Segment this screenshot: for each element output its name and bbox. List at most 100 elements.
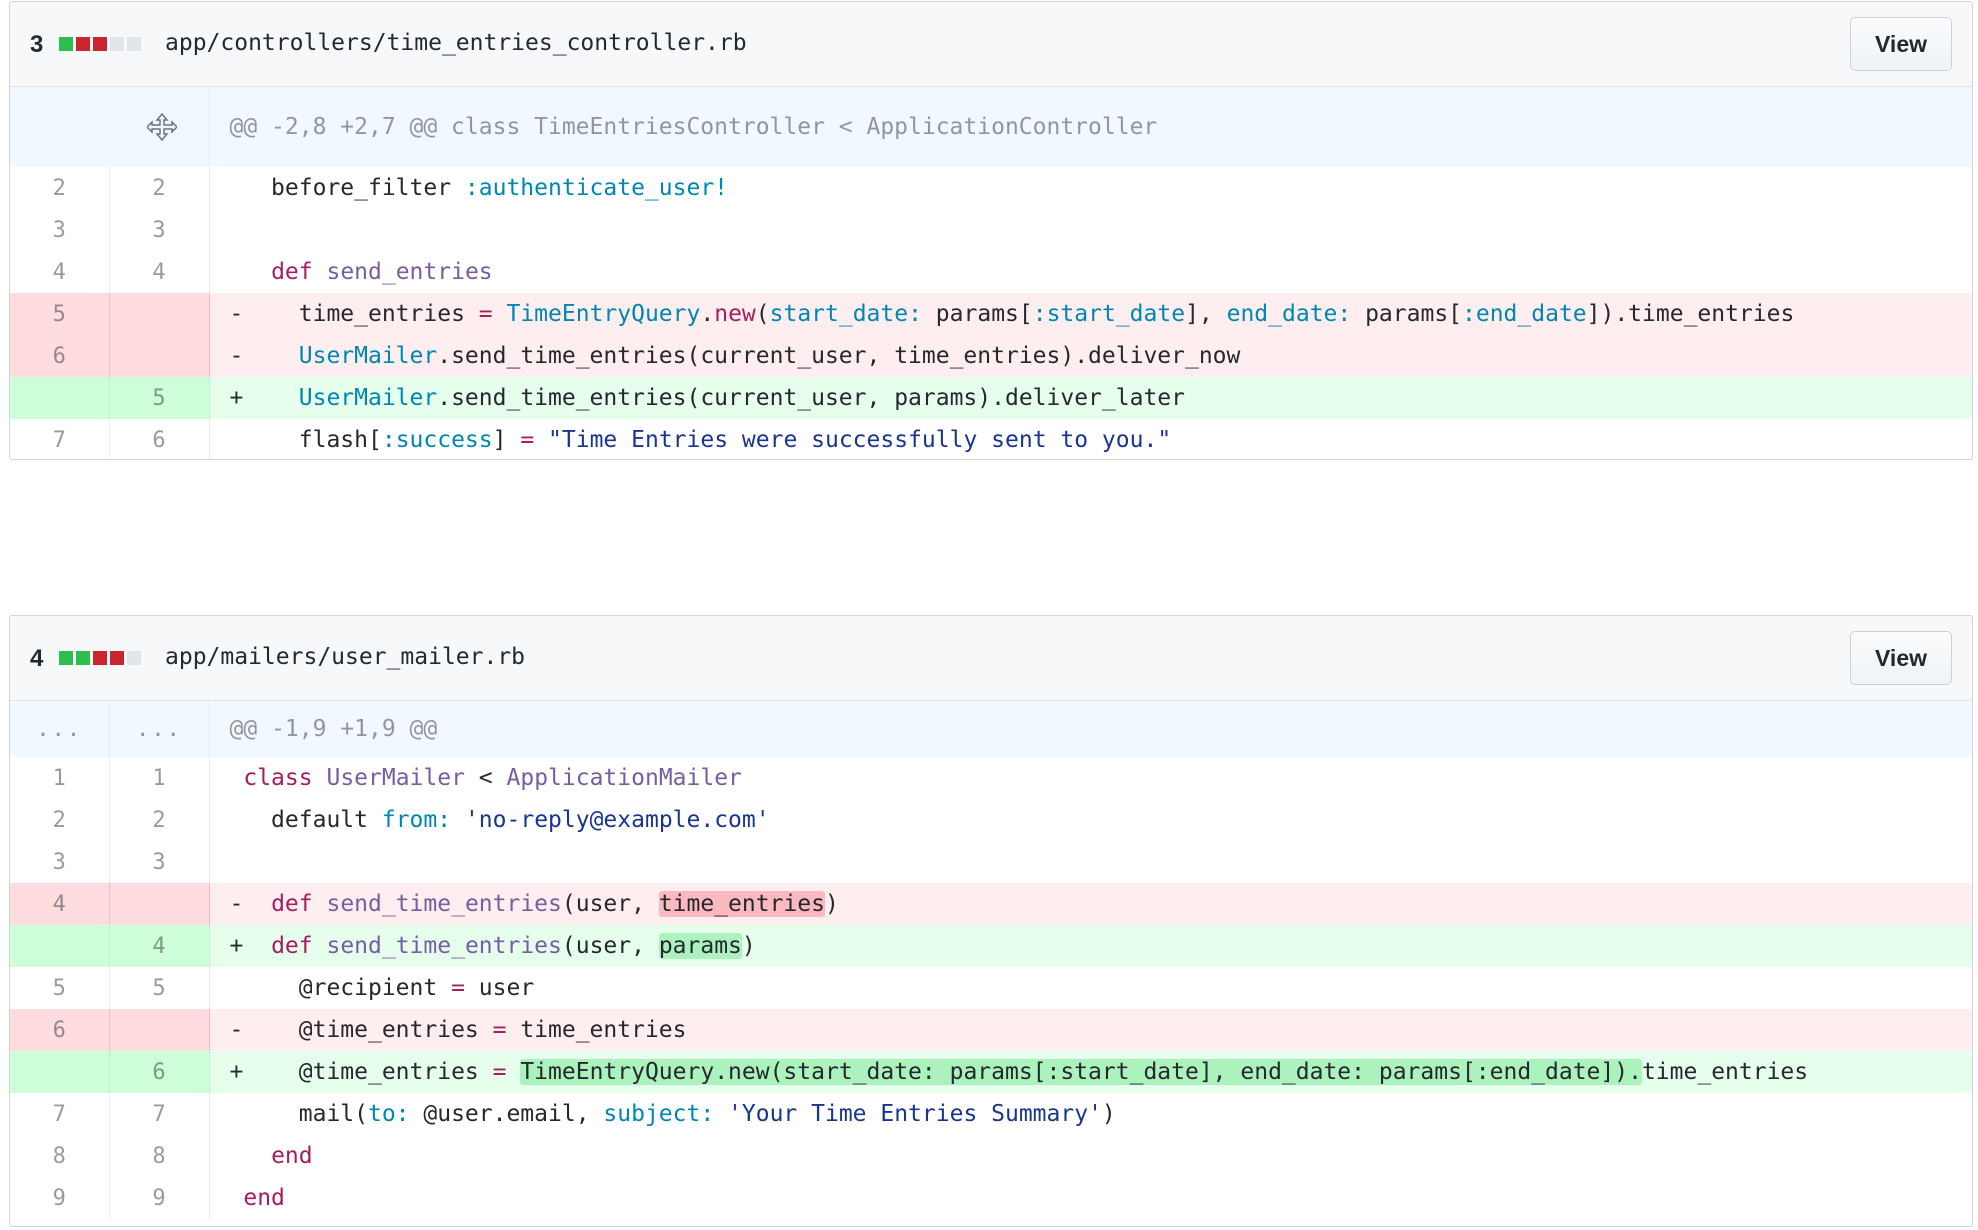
new-line-number[interactable]: 2 [109,167,209,209]
new-line-number[interactable]: 7 [109,1093,209,1135]
new-line-number[interactable]: 6 [109,1051,209,1093]
diff-line-deletion: 6 - @time_entries = time_entries [10,1009,1972,1051]
old-line-number[interactable] [10,1051,109,1093]
view-file-button[interactable]: View [1850,631,1952,685]
diffstat-block [93,37,107,51]
diff-table: ... ... @@ -1,9 +1,9 @@ 11 class UserMai… [10,701,1972,1219]
diff-marker [230,849,244,875]
diff-marker: + [230,385,244,411]
diff-file: 4 app/mailers/user_mailer.rb View ... ..… [9,615,1973,1227]
new-line-number[interactable]: 1 [109,757,209,799]
diff-line-context: 55 @recipient = user [10,967,1972,1009]
file-path[interactable]: app/controllers/time_entries_controller.… [165,30,747,56]
diff-line-context: 77 mail(to: @user.email, subject: 'Your … [10,1093,1972,1135]
old-line-number[interactable]: 9 [10,1177,109,1219]
old-line-number[interactable]: 1 [10,757,109,799]
diff-line-context: 44 def send_entries [10,251,1972,293]
diffstat-bar [59,37,144,51]
diffstat-bar [59,651,144,665]
diff-line-context: 88 end [10,1135,1972,1177]
file-path[interactable]: app/mailers/user_mailer.rb [165,644,525,670]
hunk-expand-right[interactable]: ... [109,701,209,757]
hunk-expand-left[interactable]: ... [10,701,109,757]
diff-line-context: 22 before_filter :authenticate_user! [10,167,1972,209]
old-line-number[interactable]: 6 [10,335,109,377]
code-line: - time_entries = TimeEntryQuery.new(star… [209,293,1972,335]
diffstat-count: 3 [30,31,43,59]
code-line: + @time_entries = TimeEntryQuery.new(sta… [209,1051,1972,1093]
old-line-number[interactable] [10,925,109,967]
diffstat-block [59,37,73,51]
new-line-number[interactable]: 3 [109,209,209,251]
old-line-number[interactable]: 3 [10,209,109,251]
old-line-number[interactable]: 6 [10,1009,109,1051]
new-line-number[interactable] [109,1009,209,1051]
diff-marker: + [230,933,244,959]
diff-line-addition: 5+ UserMailer.send_time_entries(current_… [10,377,1972,419]
code-line: end [209,1177,1972,1219]
new-line-number[interactable]: 4 [109,251,209,293]
new-line-number[interactable]: 6 [109,419,209,460]
old-line-number[interactable]: 4 [10,251,109,293]
code-line [209,209,1972,251]
file-header: 3 app/controllers/time_entries_controlle… [10,2,1972,87]
diffstat-block [59,651,73,665]
code-line: - UserMailer.send_time_entries(current_u… [209,335,1972,377]
new-line-number[interactable]: 8 [109,1135,209,1177]
view-file-button[interactable]: View [1850,17,1952,71]
new-line-number[interactable]: 5 [109,967,209,1009]
diff-marker [230,1101,244,1127]
old-line-number[interactable]: 7 [10,419,109,460]
new-line-number[interactable]: 2 [109,799,209,841]
code-line: class UserMailer < ApplicationMailer [209,757,1972,799]
diff-marker: + [230,1059,244,1085]
old-line-number[interactable]: 5 [10,293,109,335]
old-line-number[interactable]: 2 [10,799,109,841]
diffstat-block [127,37,141,51]
diff-line-context: 33 [10,209,1972,251]
diff-file: 3 app/controllers/time_entries_controlle… [9,1,1973,460]
old-line-number[interactable]: 8 [10,1135,109,1177]
diff-marker [230,975,244,1001]
old-line-number[interactable]: 5 [10,967,109,1009]
diffstat-block [110,651,124,665]
diff-marker [230,807,244,833]
diff-line-deletion: 6 - UserMailer.send_time_entries(current_… [10,335,1972,377]
code-line: end [209,1135,1972,1177]
diffstat-block [76,37,90,51]
diff-line-addition: 4+ def send_time_entries(user, params) [10,925,1972,967]
diff-marker [230,427,244,453]
hunk-header: ... ... @@ -1,9 +1,9 @@ [10,701,1972,757]
new-line-number[interactable]: 4 [109,925,209,967]
code-line: @recipient = user [209,967,1972,1009]
old-line-number[interactable]: 7 [10,1093,109,1135]
code-line: - @time_entries = time_entries [209,1009,1972,1051]
expand-icon [147,112,177,142]
diff-marker: - [230,1017,244,1043]
old-line-number[interactable]: 3 [10,841,109,883]
new-line-number[interactable]: 3 [109,841,209,883]
diff-marker [230,1143,244,1169]
old-line-number[interactable]: 2 [10,167,109,209]
diff-line-context: 22 default from: 'no-reply@example.com' [10,799,1972,841]
expand-up-button[interactable] [10,87,209,167]
diff-marker: - [230,891,244,917]
diffstat-block [127,651,141,665]
diffstat-count: 4 [30,645,43,673]
new-line-number[interactable]: 5 [109,377,209,419]
diff-line-deletion: 5 - time_entries = TimeEntryQuery.new(sta… [10,293,1972,335]
new-line-number[interactable] [109,883,209,925]
old-line-number[interactable]: 4 [10,883,109,925]
diff-line-deletion: 4- def send_time_entries(user, time_entr… [10,883,1972,925]
diff-marker [230,175,244,201]
old-line-number[interactable] [10,377,109,419]
code-line: default from: 'no-reply@example.com' [209,799,1972,841]
diff-marker [230,1185,244,1211]
code-line: before_filter :authenticate_user! [209,167,1972,209]
code-line: def send_entries [209,251,1972,293]
new-line-number[interactable] [109,293,209,335]
diffstat-block [93,651,107,665]
new-line-number[interactable]: 9 [109,1177,209,1219]
new-line-number[interactable] [109,335,209,377]
diff-line-context: 99 end [10,1177,1972,1219]
